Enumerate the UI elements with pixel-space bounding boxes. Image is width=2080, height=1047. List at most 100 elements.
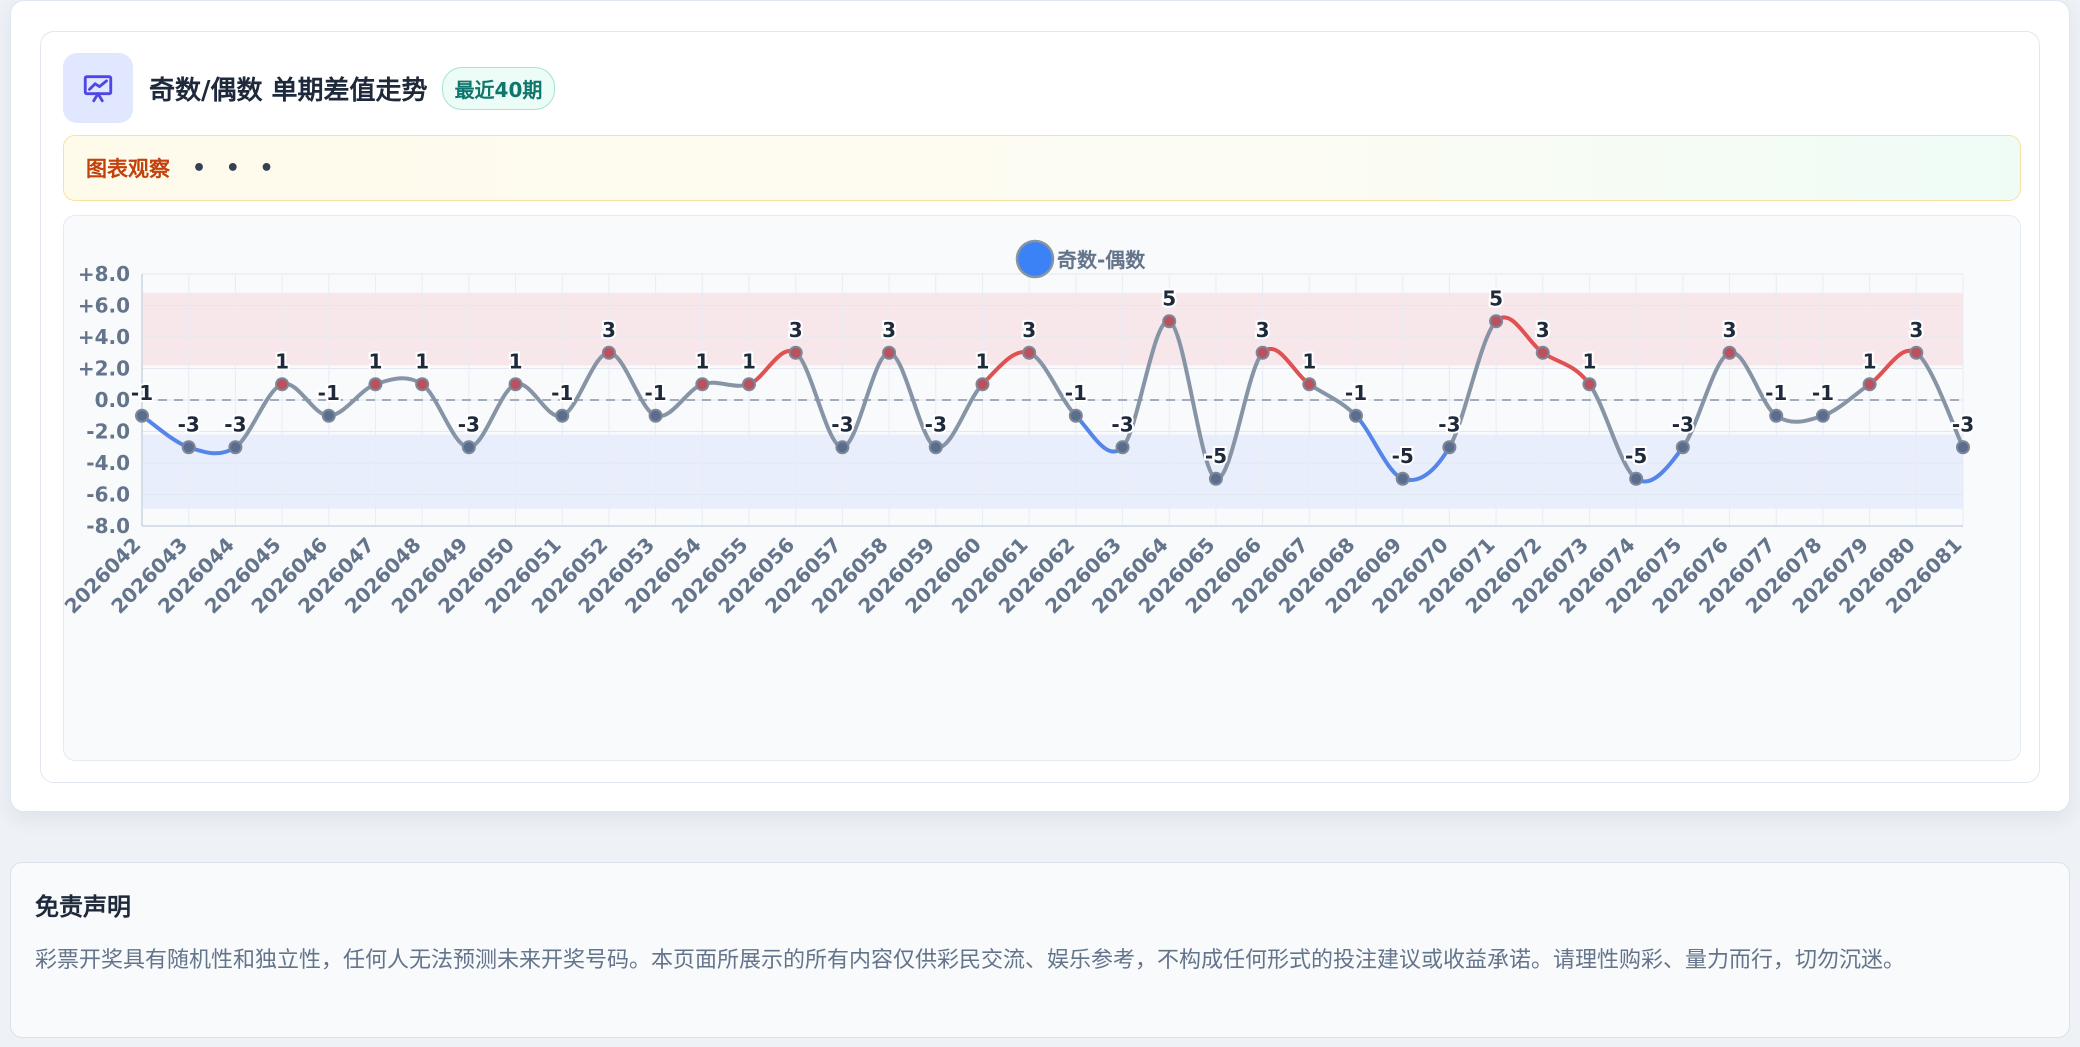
data-point[interactable] bbox=[695, 377, 710, 392]
line-chart: +8.0+6.0+4.0+2.00.0-2.0-4.0-6.0-8.020260… bbox=[64, 239, 1976, 618]
data-point[interactable] bbox=[228, 440, 243, 455]
data-point[interactable] bbox=[1208, 471, 1223, 486]
data-point[interactable] bbox=[181, 440, 196, 455]
data-label: -1 bbox=[318, 381, 340, 405]
data-point[interactable] bbox=[835, 440, 850, 455]
data-point[interactable] bbox=[1349, 408, 1363, 423]
data-label: 1 bbox=[1583, 349, 1597, 373]
data-label: -1 bbox=[1345, 381, 1367, 405]
data-label: -3 bbox=[1672, 412, 1694, 436]
data-point[interactable] bbox=[555, 408, 570, 423]
data-label: 1 bbox=[742, 349, 756, 373]
y-tick-label: +4.0 bbox=[78, 325, 130, 349]
data-label: -5 bbox=[1205, 444, 1227, 468]
data-label: 3 bbox=[1909, 318, 1923, 342]
y-tick-label: +6.0 bbox=[78, 294, 130, 318]
data-point[interactable] bbox=[135, 408, 149, 423]
data-label: 5 bbox=[1162, 286, 1176, 310]
data-label: -5 bbox=[1392, 444, 1414, 468]
data-point[interactable] bbox=[648, 408, 663, 423]
line-segment bbox=[373, 376, 425, 387]
y-tick-label: +8.0 bbox=[78, 262, 130, 286]
y-tick-label: -6.0 bbox=[86, 483, 130, 507]
chart-header: 奇数/偶数 单期差值走势 最近40期 bbox=[63, 53, 556, 123]
data-point[interactable] bbox=[415, 377, 430, 392]
data-point[interactable] bbox=[882, 345, 897, 360]
data-label: -5 bbox=[1625, 444, 1647, 468]
data-point[interactable] bbox=[461, 440, 476, 455]
data-label: -3 bbox=[224, 412, 246, 436]
data-label: 1 bbox=[369, 349, 383, 373]
data-label: 3 bbox=[1536, 318, 1550, 342]
data-point[interactable] bbox=[1769, 408, 1784, 423]
data-label: -1 bbox=[1812, 381, 1834, 405]
data-label: 1 bbox=[415, 349, 429, 373]
data-label: -3 bbox=[178, 412, 200, 436]
data-point[interactable] bbox=[368, 377, 383, 392]
data-point[interactable] bbox=[321, 408, 336, 423]
data-label: 3 bbox=[882, 318, 896, 342]
data-label: 1 bbox=[1302, 349, 1316, 373]
presentation-chart-icon bbox=[63, 53, 133, 123]
data-point[interactable] bbox=[508, 377, 523, 392]
data-point[interactable] bbox=[1068, 408, 1083, 423]
data-point[interactable] bbox=[928, 440, 943, 455]
negative-band bbox=[142, 434, 1963, 509]
y-tick-label: 0.0 bbox=[95, 388, 130, 412]
data-label: 3 bbox=[1723, 318, 1737, 342]
data-point[interactable] bbox=[1582, 377, 1597, 392]
data-point[interactable] bbox=[1815, 408, 1830, 423]
data-point[interactable] bbox=[742, 377, 756, 392]
data-label: 3 bbox=[1022, 318, 1036, 342]
data-point[interactable] bbox=[1629, 471, 1644, 486]
data-label: 1 bbox=[695, 349, 709, 373]
data-point[interactable] bbox=[1489, 314, 1504, 329]
data-label: 1 bbox=[976, 349, 990, 373]
data-label: 1 bbox=[1863, 349, 1877, 373]
chart-card: 奇数/偶数 单期差值走势 最近40期 图表观察 • • • +8.0 +6.0 +4… bbox=[40, 31, 2040, 783]
chart-section: 奇数/偶数 单期差值走势 最近40期 图表观察 • • • +8.0 +6.0 +4… bbox=[10, 0, 2070, 812]
data-point[interactable] bbox=[1909, 345, 1924, 360]
data-label: -1 bbox=[1765, 381, 1787, 405]
data-point[interactable] bbox=[1956, 440, 1970, 455]
data-point[interactable] bbox=[275, 377, 290, 392]
insight-more-icon[interactable]: • • • bbox=[192, 156, 280, 181]
data-point[interactable] bbox=[1255, 345, 1270, 360]
insight-bar[interactable]: 图表观察 • • • bbox=[63, 135, 2021, 201]
chart-title: 奇数/偶数 单期差值走势 bbox=[149, 75, 428, 106]
data-label: -3 bbox=[831, 412, 853, 436]
data-label: 3 bbox=[602, 318, 616, 342]
y-tick-label: -2.0 bbox=[86, 420, 130, 444]
data-point[interactable] bbox=[1162, 314, 1177, 329]
data-point[interactable] bbox=[1675, 440, 1690, 455]
line-segment bbox=[700, 380, 751, 388]
legend-label[interactable]: 奇数-偶数 bbox=[1057, 248, 1146, 272]
line-segment bbox=[1774, 413, 1825, 424]
data-point[interactable] bbox=[1395, 471, 1410, 486]
data-label: -3 bbox=[458, 412, 480, 436]
data-point[interactable] bbox=[1302, 377, 1317, 392]
data-label: 5 bbox=[1489, 286, 1503, 310]
data-point[interactable] bbox=[975, 377, 990, 392]
data-point[interactable] bbox=[1442, 440, 1457, 455]
data-point[interactable] bbox=[1862, 377, 1877, 392]
disclaimer-section: 免责声明 彩票开奖具有随机性和独立性，任何人无法预测未来开奖号码。本页面所展示的… bbox=[10, 862, 2070, 1038]
data-point[interactable] bbox=[601, 345, 616, 360]
data-point[interactable] bbox=[1115, 440, 1130, 455]
period-badge: 最近40期 bbox=[441, 66, 556, 110]
legend-marker[interactable] bbox=[1015, 239, 1055, 279]
disclaimer-text: 彩票开奖具有随机性和独立性，任何人无法预测未来开奖号码。本页面所展示的所有内容仅… bbox=[35, 948, 1906, 973]
data-point[interactable] bbox=[1722, 345, 1737, 360]
data-point[interactable] bbox=[1022, 345, 1037, 360]
data-label: 1 bbox=[509, 349, 523, 373]
plot-panel: +8.0 +6.0 +4.0 +2.0 0.0 -2.0 -4.0 -6.0 -8.0 20260… bbox=[63, 215, 2021, 761]
data-point[interactable] bbox=[1535, 345, 1550, 360]
y-tick-label: +2.0 bbox=[78, 357, 130, 381]
disclaimer-title: 免责声明 bbox=[35, 893, 131, 921]
y-tick-label: -8.0 bbox=[86, 514, 130, 538]
data-label: -1 bbox=[645, 381, 667, 405]
data-label: -3 bbox=[1438, 412, 1460, 436]
data-label: -1 bbox=[1065, 381, 1087, 405]
data-label: -3 bbox=[925, 412, 947, 436]
data-point[interactable] bbox=[788, 345, 803, 360]
